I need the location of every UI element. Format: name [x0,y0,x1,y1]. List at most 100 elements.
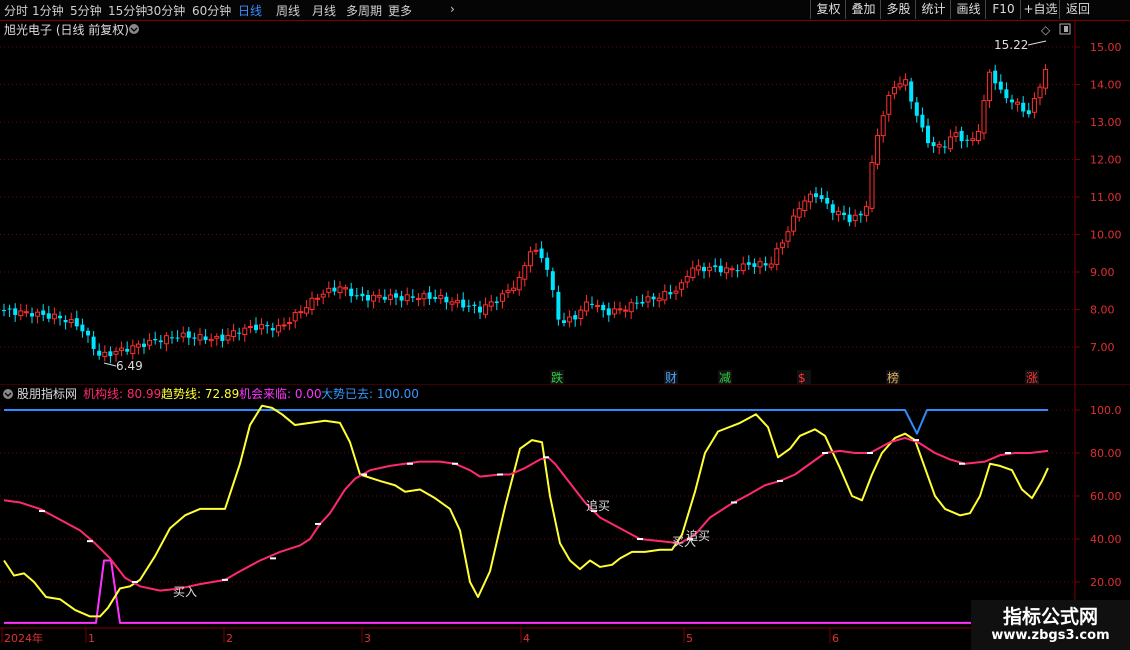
indicator-dropdown-icon[interactable] [3,389,13,399]
candle [634,302,639,304]
candle [247,326,253,329]
candle [975,130,981,142]
candle [702,266,706,272]
tab-6[interactable]: 日线 [238,2,262,19]
date-tick-label: 2 [226,632,233,645]
candle [886,94,892,115]
candle [897,83,903,88]
candle [875,134,881,165]
watermark-url: www.zbgs3.com [991,628,1110,643]
candle [869,162,875,209]
candle [936,144,942,148]
toolbar-button-1[interactable]: 叠加 [845,0,881,19]
candle [556,291,561,320]
title-dropdown-icon[interactable] [129,24,139,34]
signal-annotation: 追买 [586,498,610,513]
tab-9[interactable]: 多周期 [346,2,382,19]
candle [746,262,751,265]
tab-10[interactable]: 更多 [388,2,412,19]
price-tick-label: 8.00 [1090,304,1115,317]
institution-marker [222,578,228,581]
candle [337,286,343,294]
watermark-logo: 指标公式网 www.zbgs3.com [971,600,1130,650]
candle [539,248,544,259]
candle [214,335,220,339]
candle [461,299,466,308]
toolbar-button-4[interactable]: 画线 [950,0,986,19]
candle [2,310,6,312]
price-tick-label: 7.00 [1090,341,1115,354]
price-tick-label: 11.00 [1090,191,1122,204]
candle [102,351,108,357]
tab-0[interactable]: 分时 [4,2,28,19]
toolbar-button-7[interactable]: 返回 [1059,0,1096,19]
signal-annotation: 追买 [686,528,710,543]
indicator-value: 趋势线: 72.89 [161,387,239,401]
institution-marker [777,479,783,482]
more-chevron-icon[interactable]: › [450,2,455,16]
candle [891,86,897,95]
event-marker-label: $ [798,371,806,385]
indicator-tick-label: 100.0 [1090,404,1122,417]
candle [259,324,265,330]
candle [590,303,594,305]
candle [220,334,225,341]
period-toolbar: 分时 1分钟 5分钟 15分钟 30分钟 60分钟 日线 周线 月线 多周期 更多 › 复权 叠加 多股 统计… [0,0,1130,21]
candle [690,267,696,279]
high-price-label: 15.22 [994,38,1028,52]
candle [86,330,90,336]
candle [197,334,203,341]
toolbar-button-2[interactable]: 多股 [880,0,916,19]
candle [959,130,964,142]
candle [399,296,404,301]
institution-line [3,436,1049,592]
diamond-icon[interactable]: ◇ [1041,23,1051,37]
candle [763,263,768,266]
candle [970,138,976,142]
toolbar-button-5[interactable]: F10 [985,0,1021,19]
price-tick-label: 12.00 [1090,154,1122,167]
indicator-value: 机构线: 80.99 [83,386,161,401]
date-tick-label: 4 [523,632,530,645]
candlestick-chart: 15.00 14.00 13.00 12.00 11.00 10.00 9.00 8.00 7.… [0,20,1130,385]
candle [505,289,511,293]
candle [394,293,398,298]
toolbar-button-3[interactable]: 统计 [915,0,951,19]
candle [433,297,438,299]
date-tick-label: 1 [88,632,95,645]
candle [303,307,309,314]
candle [309,297,315,310]
candle [382,296,387,300]
toolbar-button-6[interactable]: +自选 [1020,0,1060,19]
candle [858,213,863,216]
date-tick-label: 6 [832,632,839,645]
tab-7[interactable]: 周线 [276,2,300,19]
tab-1[interactable]: 1分钟 [32,2,64,19]
tab-4[interactable]: 30分钟 [146,2,185,19]
toolbar-button-0[interactable]: 复权 [810,0,846,19]
candle [842,212,846,216]
candle [170,337,174,339]
candle [522,265,528,280]
candle [231,330,237,337]
institution-marker [452,462,458,465]
tab-8[interactable]: 月线 [312,2,336,19]
candle [142,343,146,347]
candle [802,200,808,212]
date-tick-label: 3 [364,632,371,645]
institution-marker [822,452,828,454]
candle [1010,99,1014,103]
candle [981,100,987,134]
candle [617,308,623,311]
tab-3[interactable]: 15分钟 [108,2,147,19]
indicator-value: 大势已去: 100.00 [321,387,419,401]
candle [320,293,326,298]
candle [242,327,248,336]
candle [673,290,679,294]
tab-5[interactable]: 60分钟 [192,2,231,19]
candle [147,339,153,346]
tab-2[interactable]: 5分钟 [70,2,102,19]
candle [298,311,304,314]
candle [735,270,740,272]
candle [550,271,555,291]
